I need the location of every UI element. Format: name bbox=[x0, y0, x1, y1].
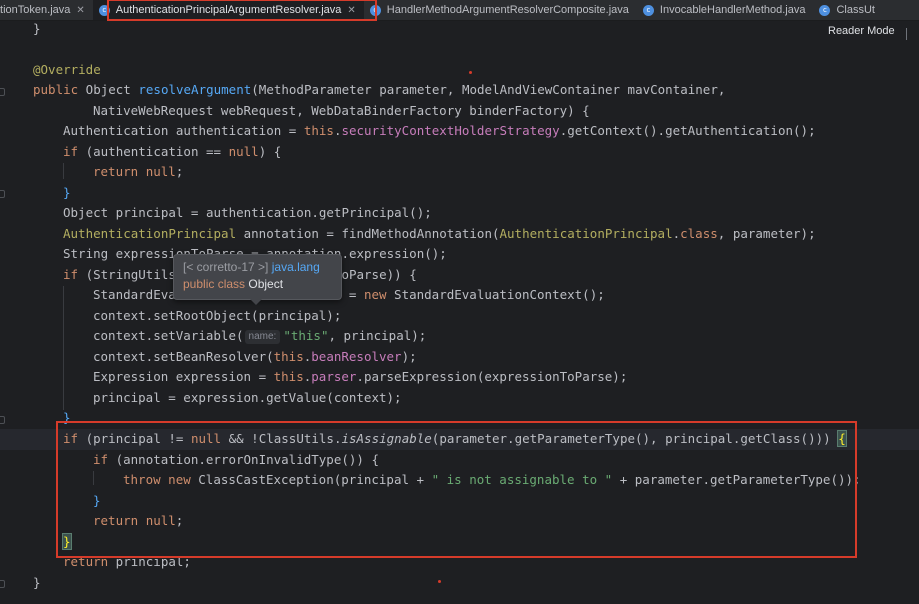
matched-brace: } bbox=[62, 533, 72, 550]
parameter-name-hint: name: bbox=[244, 330, 281, 344]
code-line: return null; bbox=[93, 513, 184, 528]
code-line: Authentication authentication = this.sec… bbox=[63, 123, 816, 138]
code-line: StandardEvaluationContext context = new … bbox=[93, 287, 605, 302]
indent-guide bbox=[63, 163, 64, 179]
code-line: Object principal = authentication.getPri… bbox=[63, 205, 432, 220]
annotation-dot bbox=[469, 71, 472, 74]
code-line: NativeWebRequest webRequest, WebDataBind… bbox=[93, 103, 590, 118]
code-line: if (annotation.errorOnInvalidType()) { bbox=[93, 452, 379, 467]
code-line: } bbox=[33, 575, 41, 590]
code-line: public Object resolveArgument(MethodPara… bbox=[33, 82, 726, 97]
quick-doc-tooltip: [< corretto-17 >] java.lang public class… bbox=[173, 254, 342, 300]
tooltip-pointer bbox=[250, 299, 262, 305]
code-line: } bbox=[63, 410, 71, 425]
code-line: context.setRootObject(principal); bbox=[93, 308, 342, 323]
code-line: principal = expression.getValue(context)… bbox=[93, 390, 402, 405]
code-line: } bbox=[33, 21, 41, 36]
code-line: throw new ClassCastException(principal +… bbox=[123, 472, 861, 487]
matched-brace: { bbox=[837, 430, 847, 447]
code-line: return principal; bbox=[63, 554, 191, 569]
code-line: Expression expression = this.parser.pars… bbox=[93, 369, 628, 384]
code-line: } bbox=[63, 185, 71, 200]
code-line-current: if (principal != null && !ClassUtils.isA… bbox=[0, 429, 919, 450]
code-line: AuthenticationPrincipal annotation = fin… bbox=[63, 226, 816, 241]
indent-guide bbox=[93, 471, 94, 485]
code-line: context.setVariable(name: "this", princip… bbox=[93, 328, 427, 344]
code-line: context.setBeanResolver(this.beanResolve… bbox=[93, 349, 417, 364]
code-line: } bbox=[62, 532, 72, 553]
code-editor[interactable]: } @Override public Object resolveArgumen… bbox=[0, 0, 919, 604]
package-link[interactable]: java.lang bbox=[272, 260, 320, 274]
code-line: if (authentication == null) { bbox=[63, 144, 282, 159]
code-line: return null; bbox=[93, 164, 184, 179]
code-line: } bbox=[93, 493, 101, 508]
indent-guide bbox=[63, 286, 64, 410]
annotation-dot bbox=[438, 580, 441, 583]
code-line: @Override bbox=[33, 62, 101, 77]
